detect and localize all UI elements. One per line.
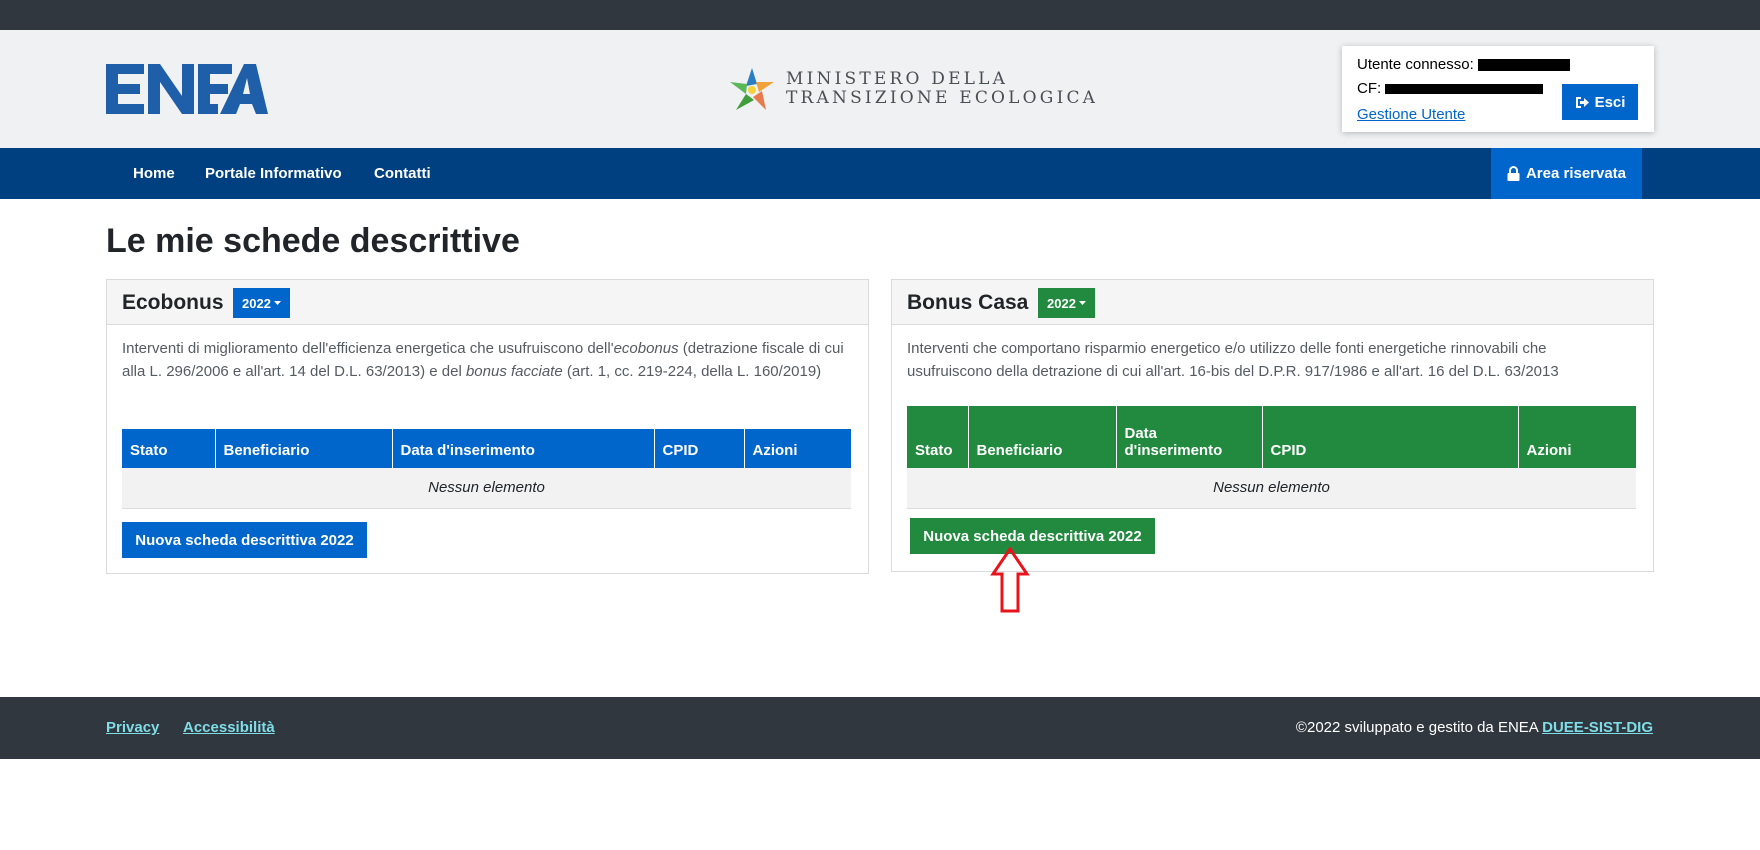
star-logo-icon — [730, 68, 774, 110]
duee-sist-dig-link[interactable]: DUEE-SIST-DIG — [1542, 719, 1653, 736]
column-data-inserimento[interactable]: Data d'inserimento — [1116, 406, 1263, 468]
cf-label: CF: — [1357, 80, 1382, 97]
redacted-username — [1477, 59, 1570, 72]
ministry-logo[interactable]: MINISTERO DELLA TRANSIZIONE ECOLOGICA — [726, 64, 1095, 118]
column-beneficiario[interactable]: Beneficiario — [215, 429, 393, 468]
nav-home[interactable]: Home — [133, 165, 175, 182]
connected-user-label: Utente connesso: — [1357, 56, 1474, 73]
new-ecobonus-sheet-button[interactable]: Nuova scheda descrittiva 2022 — [122, 522, 367, 558]
column-data-inserimento[interactable]: Data d'inserimento — [392, 429, 655, 468]
ecobonus-table: Stato Beneficiario Data d'inserimento CP… — [122, 429, 851, 509]
top-bar — [0, 0, 1760, 30]
ecobonus-description: Interventi di miglioramento dell'efficie… — [122, 337, 850, 383]
ministry-name: MINISTERO DELLA TRANSIZIONE ECOLOGICA — [786, 70, 1098, 108]
ecobonus-table-header: Stato Beneficiario Data d'inserimento CP… — [122, 429, 851, 468]
ecobonus-desc-italic-ecobonus: ecobonus — [613, 340, 679, 357]
ecobonus-desc-part-1: Interventi di miglioramento dell'efficie… — [122, 340, 614, 357]
reserved-area-label: Area riservata — [1525, 165, 1627, 182]
table-row: Nessun elemento — [122, 468, 851, 509]
ecobonus-desc-part-3: (art. 1, cc. 219-224, della L. 160/2019) — [562, 363, 822, 380]
bonus-casa-table-header: Stato Beneficiario Data d'inserimento CP… — [907, 406, 1636, 468]
column-azioni: Azioni — [1526, 442, 1572, 459]
user-management-link[interactable]: Gestione Utente — [1357, 106, 1465, 123]
cf-row: CF: — [1357, 80, 1544, 97]
bonus-casa-card-header: Bonus Casa 2022 — [892, 280, 1653, 325]
caret-down-icon — [273, 300, 281, 305]
sign-out-icon — [1575, 96, 1589, 108]
redacted-cf — [1385, 84, 1544, 95]
site-footer: Privacy Accessibilità ©2022 sviluppato e… — [0, 697, 1760, 759]
empty-table-message: Nessun elemento — [907, 468, 1636, 509]
ecobonus-card-header: Ecobonus 2022 — [107, 280, 868, 325]
nav-portale-informativo[interactable]: Portale Informativo — [205, 165, 342, 182]
bonus-casa-year-value: 2022 — [1047, 295, 1076, 311]
ecobonus-year-dropdown[interactable]: 2022 — [233, 288, 290, 318]
footer-credit: ©2022 sviluppato e gestito da ENEA DUEE-… — [1296, 719, 1653, 736]
ministry-line-1: MINISTERO DELLA — [786, 69, 1009, 89]
connected-user-row: Utente connesso: — [1357, 56, 1570, 73]
page-title: Le mie schede descrittive — [106, 222, 520, 260]
ecobonus-desc-italic-bonus-facciate: bonus facciate — [465, 363, 563, 380]
bonus-casa-title: Bonus Casa — [907, 291, 1029, 314]
main-navigation: Home Portale Informativo Contatti Area r… — [0, 148, 1760, 199]
ecobonus-card: Ecobonus 2022 Interventi di migliorament… — [106, 279, 869, 574]
logout-label: Esci — [1594, 93, 1626, 111]
accessibility-link[interactable]: Accessibilità — [183, 719, 275, 736]
privacy-link[interactable]: Privacy — [106, 719, 159, 736]
ecobonus-title: Ecobonus — [122, 291, 224, 314]
column-stato[interactable]: Stato — [122, 429, 216, 468]
bonus-casa-year-dropdown[interactable]: 2022 — [1038, 288, 1095, 318]
red-arrow-annotation-icon — [990, 547, 1030, 613]
table-row: Nessun elemento — [907, 468, 1636, 509]
column-stato[interactable]: Stato — [907, 406, 969, 468]
caret-down-icon — [1078, 300, 1086, 305]
empty-table-message: Nessun elemento — [122, 468, 851, 509]
column-cpid[interactable]: CPID — [1262, 406, 1519, 468]
site-header: MINISTERO DELLA TRANSIZIONE ECOLOGICA Ut… — [0, 30, 1760, 148]
lock-icon — [1507, 166, 1520, 181]
logout-button[interactable]: Esci — [1562, 84, 1638, 120]
enea-logo[interactable] — [106, 64, 268, 114]
ecobonus-year-value: 2022 — [242, 295, 271, 311]
bonus-casa-card: Bonus Casa 2022 Interventi che comportan… — [891, 279, 1654, 572]
user-panel: Utente connesso: CF: Gestione Utente Esc… — [1342, 46, 1654, 132]
column-azioni: Azioni — [752, 442, 798, 459]
footer-credit-text: ©2022 sviluppato e gestito da ENEA — [1295, 719, 1538, 736]
column-beneficiario[interactable]: Beneficiario — [968, 406, 1117, 468]
new-bonus-casa-sheet-button[interactable]: Nuova scheda descrittiva 2022 — [910, 518, 1155, 554]
bonus-casa-table: Stato Beneficiario Data d'inserimento CP… — [907, 406, 1636, 509]
reserved-area-button[interactable]: Area riservata — [1491, 148, 1642, 199]
ministry-line-2: TRANSIZIONE ECOLOGICA — [786, 88, 1099, 108]
nav-contatti[interactable]: Contatti — [374, 165, 431, 182]
column-cpid[interactable]: CPID — [654, 429, 745, 468]
bonus-casa-description: Interventi che comportano risparmio ener… — [907, 340, 1559, 380]
